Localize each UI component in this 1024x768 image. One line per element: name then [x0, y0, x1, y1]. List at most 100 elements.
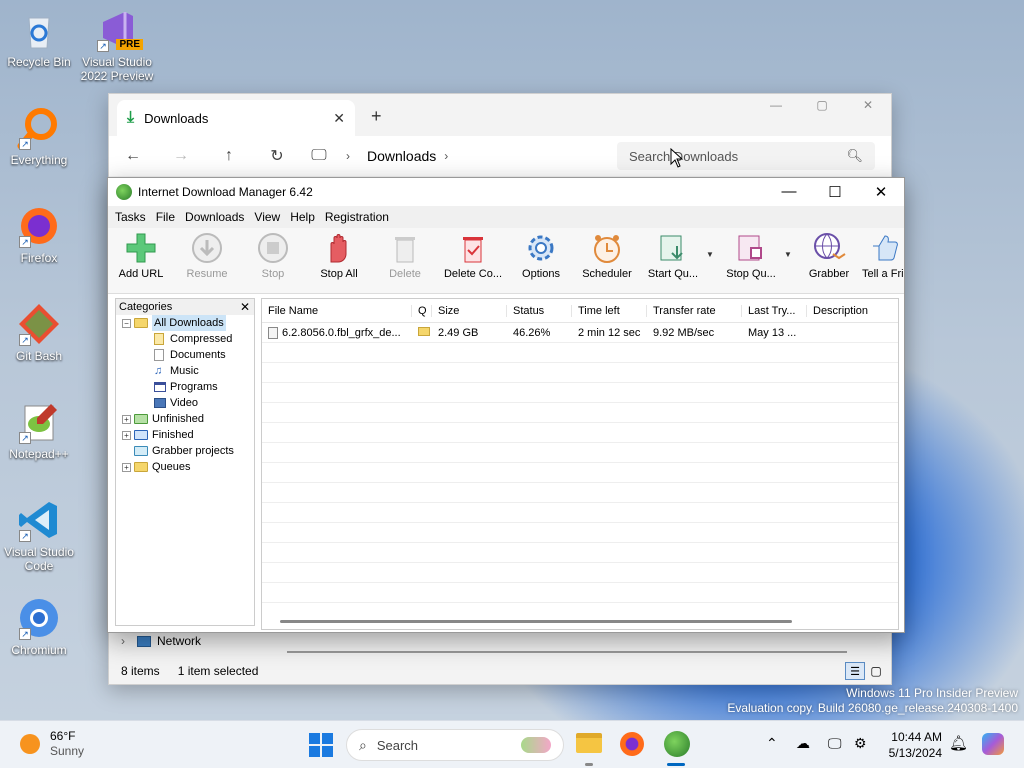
collapse-toggle-icon[interactable]: −	[122, 318, 131, 328]
display-icon[interactable]: 🖵	[828, 735, 842, 752]
nav-pane-network[interactable]: › Network	[121, 634, 201, 648]
minimize-button[interactable]: —	[766, 183, 812, 201]
grabber-button[interactable]: Grabber	[796, 232, 862, 280]
windows-watermark: Windows 11 Pro Insider Preview Evaluatio…	[727, 686, 1018, 716]
tree-item-grabber-projects[interactable]: Grabber projects	[116, 443, 254, 459]
expand-chevron-icon[interactable]: ›	[121, 634, 125, 648]
desktop-icon-git-bash[interactable]: ↗ Git Bash	[1, 302, 77, 363]
mouse-cursor-icon	[670, 148, 684, 168]
delete-completed-button[interactable]: Delete Co...	[438, 232, 508, 280]
taskbar-search-box[interactable]: ⌕ Search	[346, 729, 564, 761]
column-header-size[interactable]: Size	[432, 304, 507, 317]
maximize-button[interactable]: ▢	[799, 98, 845, 112]
desktop-icon-recycle-bin[interactable]: Recycle Bin	[1, 8, 77, 69]
resume-button[interactable]: Resume	[174, 232, 240, 280]
download-arrow-icon: ⤓	[127, 109, 135, 126]
network-disconnected-icon[interactable]: ☁	[796, 735, 810, 752]
minimize-button[interactable]: —	[753, 98, 799, 112]
menu-file[interactable]: File	[151, 210, 180, 224]
add-url-button[interactable]: Add URL	[108, 232, 174, 280]
firefox-taskbar-icon[interactable]	[620, 732, 644, 756]
tree-item-video[interactable]: Video	[116, 395, 254, 411]
refresh-icon[interactable]: ↻	[253, 146, 301, 166]
monitor-icon[interactable]: 🖵	[301, 147, 337, 165]
column-header-description[interactable]: Description	[807, 305, 892, 317]
idm-taskbar-icon[interactable]	[664, 731, 690, 757]
column-header-status[interactable]: Status	[507, 304, 572, 317]
weather-widget[interactable]: 66°F Sunny	[20, 729, 84, 759]
tree-item-queues[interactable]: + Queues	[116, 459, 254, 475]
start-windows-icon[interactable]	[309, 733, 333, 757]
column-header-file-name[interactable]: File Name	[262, 304, 412, 317]
menu-downloads[interactable]: Downloads	[180, 210, 249, 224]
stop-queue-dropdown-icon[interactable]: ▼	[784, 250, 796, 259]
weather-temp: 66°F	[50, 729, 76, 743]
tree-item-compressed[interactable]: Compressed	[116, 331, 254, 347]
stop-all-button[interactable]: Stop All	[306, 232, 372, 280]
close-button[interactable]: ✕	[845, 98, 891, 112]
menu-tasks[interactable]: Tasks	[110, 210, 151, 224]
menu-help[interactable]: Help	[285, 210, 320, 224]
clock[interactable]: 10:44 AM 5/13/2024	[884, 729, 942, 761]
idm-window[interactable]: Internet Download Manager 6.42 — ☐ ✕ Tas…	[107, 177, 905, 633]
desktop-icon-visual-studio-code[interactable]: ↗ Visual Studio Code	[1, 498, 77, 573]
table-row[interactable]: 6.2.8056.0.fbl_grfx_de... 2.49 GB 46.26%…	[262, 323, 898, 343]
tree-item-unfinished[interactable]: + Unfinished	[116, 411, 254, 427]
tree-item-documents[interactable]: Documents	[116, 347, 254, 363]
close-button[interactable]: ✕	[858, 183, 904, 201]
start-queue-dropdown-icon[interactable]: ▼	[706, 250, 718, 259]
stop-button[interactable]: Stop	[240, 232, 306, 280]
new-tab-button[interactable]: +	[371, 106, 382, 127]
column-header-q[interactable]: Q	[412, 304, 432, 317]
maximize-button[interactable]: ☐	[812, 183, 858, 201]
desktop-icon-firefox[interactable]: ↗ Firefox	[1, 204, 77, 265]
column-header-time-left[interactable]: Time left	[572, 304, 647, 317]
idm-titlebar[interactable]: Internet Download Manager 6.42 — ☐ ✕	[108, 178, 904, 206]
expand-toggle-icon[interactable]: +	[122, 430, 131, 440]
expand-toggle-icon[interactable]: +	[122, 462, 131, 472]
expand-toggle-icon[interactable]: +	[122, 414, 131, 424]
tree-item-all-downloads[interactable]: − All Downloads	[116, 315, 254, 331]
tiles-view-icon[interactable]: ▢	[865, 664, 887, 678]
breadcrumb-chevron-icon[interactable]: ›	[337, 149, 359, 163]
stop-queue-button[interactable]: Stop Qu...	[718, 232, 784, 280]
accessibility-icon[interactable]: ⚙	[854, 735, 867, 752]
tell-a-friend-button[interactable]: Tell a Fri	[862, 232, 904, 280]
options-gear-icon	[528, 235, 554, 261]
tree-item-music[interactable]: ♫ Music	[116, 363, 254, 379]
breadcrumb-chevron-icon[interactable]: ›	[444, 149, 448, 163]
up-arrow-icon[interactable]: ↑	[205, 147, 253, 165]
back-arrow-icon[interactable]: ←	[109, 147, 157, 165]
options-button[interactable]: Options	[508, 232, 574, 280]
tree-item-programs[interactable]: Programs	[116, 379, 254, 395]
desktop-icon-everything[interactable]: ↗ Everything	[1, 106, 77, 167]
finished-folder-icon	[134, 430, 148, 440]
delete-button[interactable]: Delete	[372, 232, 438, 280]
details-view-icon[interactable]: ☰	[845, 662, 865, 680]
toolbar-label: Stop	[261, 268, 285, 280]
tray-overflow-chevron-icon[interactable]: ⌃	[766, 735, 778, 752]
horizontal-scrollbar[interactable]	[280, 620, 792, 623]
desktop-icon-chromium[interactable]: ↗ Chromium	[1, 596, 77, 657]
file-explorer-taskbar-icon[interactable]	[576, 733, 602, 753]
forward-arrow-icon[interactable]: →	[157, 147, 205, 165]
tab-downloads[interactable]: ⤓ Downloads ✕	[117, 100, 355, 136]
close-categories-icon[interactable]: ✕	[240, 300, 250, 314]
column-header-transfer-rate[interactable]: Transfer rate	[647, 304, 742, 317]
search-input[interactable]: Search Downloads 🔍︎	[617, 142, 875, 170]
column-header-last-try[interactable]: Last Try...	[742, 304, 807, 317]
desktop-icon-notepad-plus-plus[interactable]: ↗ Notepad++	[1, 400, 77, 461]
breadcrumb[interactable]: Downloads	[359, 148, 444, 164]
tree-label: Documents	[170, 349, 226, 361]
explorer-hscroll[interactable]	[287, 651, 847, 653]
tree-item-finished[interactable]: + Finished	[116, 427, 254, 443]
scheduler-button[interactable]: Scheduler	[574, 232, 640, 280]
menu-view[interactable]: View	[249, 210, 285, 224]
notification-bell-icon[interactable]: 🔔︎	[949, 734, 968, 752]
desktop-icon-visual-studio-2022-preview[interactable]: PRE ↗ Visual Studio 2022 Preview	[79, 8, 155, 83]
start-queue-button[interactable]: Start Qu...	[640, 232, 706, 280]
copilot-icon[interactable]	[982, 733, 1004, 755]
menu-registration[interactable]: Registration	[320, 210, 394, 224]
close-tab-icon[interactable]: ✕	[333, 110, 345, 127]
program-window-icon	[154, 382, 166, 392]
